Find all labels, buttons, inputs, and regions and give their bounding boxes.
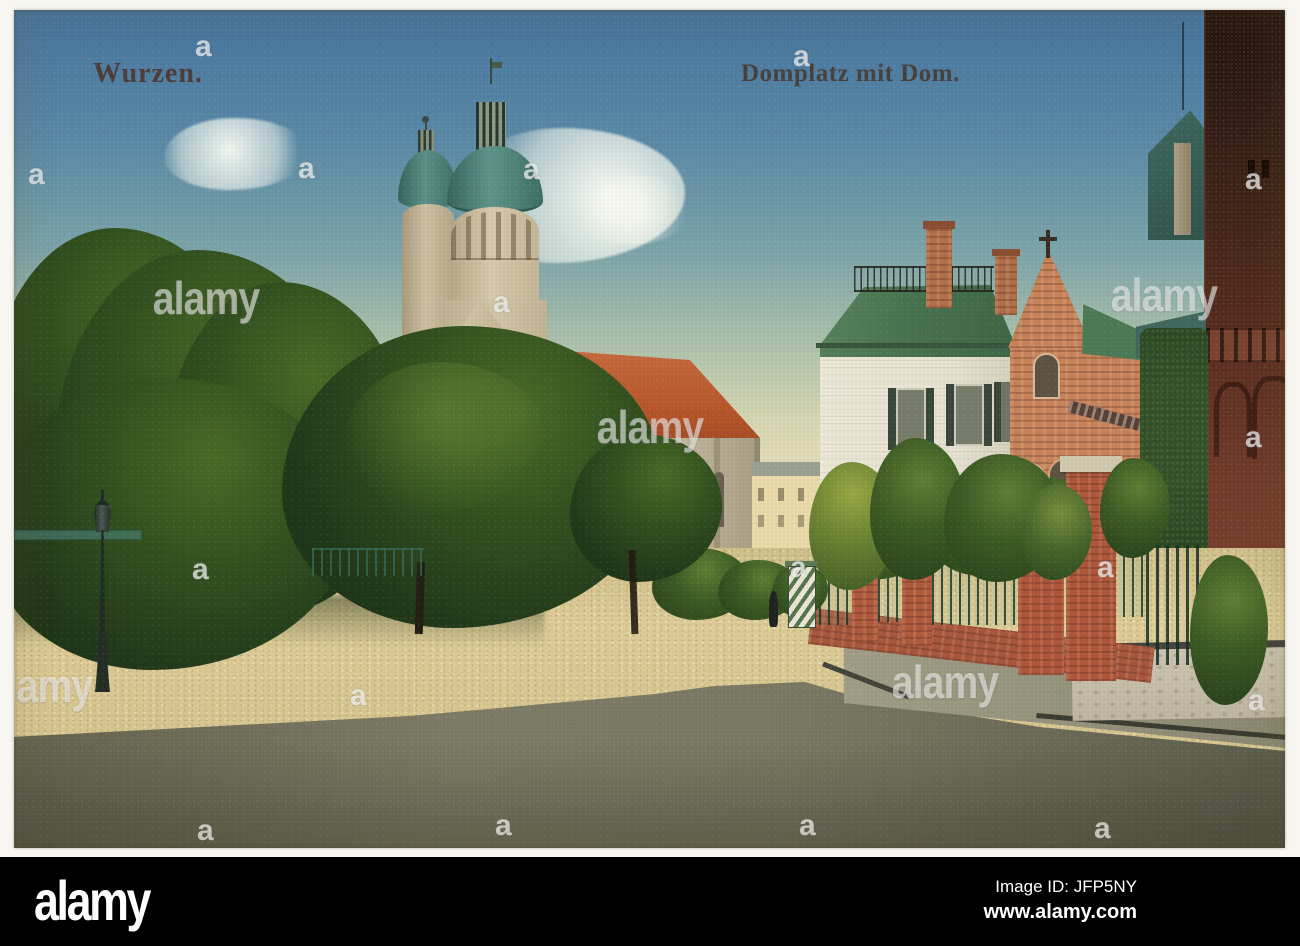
- image-id-text: Image ID: JFP5NY: [995, 877, 1137, 896]
- left-park-fence: [14, 530, 142, 540]
- front-tower-lantern: [476, 102, 506, 152]
- corbel-band: [1206, 328, 1285, 362]
- alamy-footer-bar: alamy Image ID: JFP5NY www.alamy.com: [0, 857, 1300, 946]
- park-fence-segment: [312, 548, 424, 576]
- alamy-url-text: www.alamy.com: [983, 901, 1137, 923]
- gable-cross: [1046, 230, 1050, 258]
- caption-title: Domplatz mit Dom.: [741, 60, 960, 87]
- gable-house-window: [1035, 355, 1058, 397]
- front-tower-arcade: [451, 212, 539, 260]
- villa-eaves: [816, 343, 1018, 348]
- lamp-lantern: [94, 505, 111, 532]
- distant-house-windows: [758, 488, 818, 501]
- postcard-photo: Wurzen. Domplatz mit Dom. alamy alamy al…: [14, 10, 1285, 848]
- villa-roof-railing: [854, 266, 994, 292]
- gable-cross: [1039, 237, 1057, 241]
- corbel-arch: [1214, 382, 1252, 457]
- alamy-logo: alamy: [34, 869, 151, 932]
- window-slit: [1262, 160, 1269, 178]
- corbel-arch: [1252, 376, 1285, 459]
- rear-tower-finial-ball: [422, 116, 429, 123]
- window-slit: [1248, 160, 1255, 178]
- pedestrian: [769, 591, 778, 627]
- villa-window: [946, 384, 992, 446]
- dormer-stone-stack: [1174, 143, 1191, 235]
- villa-chimney: [926, 226, 952, 308]
- villa-chimney-cap: [923, 221, 955, 229]
- villa-chimney: [995, 253, 1017, 315]
- villa-chimney-cap: [992, 249, 1020, 256]
- dormer-finial-pole: [1182, 22, 1184, 110]
- front-tower-flag: [492, 62, 502, 68]
- sentry-box: [788, 566, 816, 628]
- caption-town: Wurzen.: [93, 58, 203, 89]
